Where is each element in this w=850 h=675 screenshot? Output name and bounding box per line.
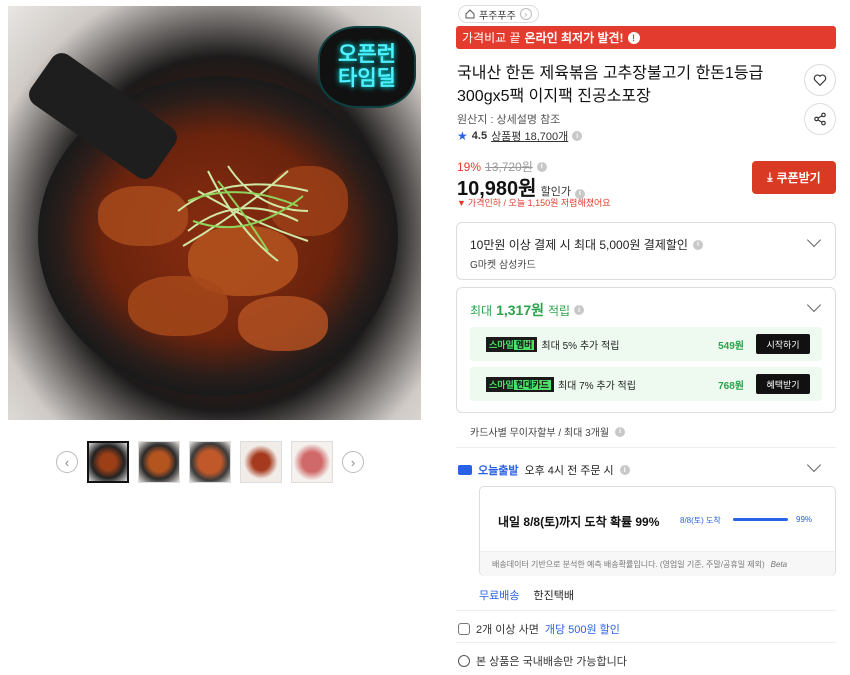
- start-membership-button[interactable]: 시작하기: [756, 334, 810, 354]
- star-icon: ★: [457, 129, 468, 143]
- thumbnail-4[interactable]: [240, 441, 282, 483]
- shipping-row: 무료배송 한진택배: [479, 587, 574, 603]
- truck-icon: [458, 465, 472, 475]
- arrival-probability-box: 내일 8/8(토)까지 도착 확률 99% 8/8(토) 도착 99% 배송데이…: [479, 486, 836, 576]
- courier-name: 한진택배: [533, 590, 574, 602]
- reward-amount: 1,317원: [496, 302, 545, 318]
- heart-icon: [813, 74, 827, 87]
- delivery-brand: 오늘출발: [478, 465, 519, 477]
- thumb-prev-button[interactable]: ‹: [56, 451, 78, 473]
- lowest-price-banner[interactable]: 가격비교 끝 온라인 최저가 발견! !: [456, 26, 836, 49]
- price-drop-note: ▼ 가격인하 / 오늘 1,150원 저렴해졌어요: [457, 197, 611, 209]
- share-icon: [814, 112, 826, 126]
- delivery-header[interactable]: 오늘출발 오후 4시 전 주문 시 i: [458, 462, 630, 478]
- beta-label: Beta: [770, 559, 788, 569]
- rating-score: 4.5: [471, 130, 488, 142]
- thumbnail-5[interactable]: [291, 441, 333, 483]
- arrival-probability-text: 내일 8/8(토)까지 도착 확률 99%: [498, 515, 660, 529]
- arrival-date-label: 8/8(토) 도착: [680, 516, 721, 525]
- domestic-shipping-row: 본 상품은 국내배송만 가능합니다: [458, 653, 627, 669]
- product-page: 오픈런 타임딜 ‹ › 푸주푸주 › 가격비교 끝 온라인 최저가 발견! ! …: [0, 0, 850, 675]
- product-main-image[interactable]: 오픈런 타임딜: [8, 6, 421, 420]
- divider: [456, 447, 836, 448]
- home-icon: [465, 9, 475, 19]
- rating-row: ★ 4.5 상품평 18,700개 i: [457, 128, 583, 144]
- timedeal-badge: 오픈런 타임딜: [318, 26, 416, 108]
- download-icon: ⤓: [767, 170, 773, 184]
- reward-title: 최대 1,317원 적립 i: [470, 300, 585, 320]
- green-onion-garnish: [177, 165, 309, 262]
- reward-row-text: 최대 5% 추가 적립: [541, 340, 620, 352]
- installment-info: 카드사별 무이자할부 / 최대 3개월 i: [470, 424, 626, 439]
- info-icon[interactable]: i: [615, 426, 626, 437]
- product-title: 국내산 한돈 제육볶음 고추장불고기 한돈1등급 300gx5팩 이지팩 진공소…: [457, 65, 764, 105]
- smile-card-tag: 스마일 현대카드: [486, 376, 554, 392]
- bulk-discount-row: 2개 이상 사면 개당 500원 할인: [458, 621, 620, 637]
- reward-row-membership: 스마일 멤버 최대 5% 추가 적립 549원 시작하기: [470, 327, 822, 361]
- wishlist-button[interactable]: [804, 64, 836, 96]
- seller-chip[interactable]: 푸주푸주 ›: [458, 5, 539, 23]
- reward-row-amount: 549원: [718, 340, 744, 352]
- thumbnail-2[interactable]: [138, 441, 180, 483]
- chevron-right-icon: ›: [519, 8, 532, 20]
- thumbnail-strip: ‹ ›: [56, 439, 364, 485]
- arrow-down-icon: ▼: [457, 197, 466, 208]
- card-discount-title: 10만원 이상 결제 시 최대 5,000원 결제할인 i: [470, 236, 703, 253]
- reward-row-card: 스마일 현대카드 최대 7% 추가 적립 768원 혜택받기: [470, 367, 822, 401]
- pan-illustration: [24, 48, 398, 396]
- info-icon: !: [627, 31, 640, 44]
- divider: [456, 642, 836, 643]
- info-icon[interactable]: i: [619, 465, 630, 475]
- globe-icon: [458, 655, 470, 667]
- tag-icon: [458, 623, 470, 635]
- chevron-left-icon: ‹: [64, 454, 70, 470]
- thumbnail-3[interactable]: [189, 441, 231, 483]
- info-icon[interactable]: i: [572, 131, 583, 141]
- thumb-next-button[interactable]: ›: [342, 451, 364, 473]
- probability-footnote: 배송데이터 기반으로 분석한 예측 배송확률입니다. (영업일 기준, 주말/공…: [480, 551, 835, 576]
- promo-prefix: 가격비교 끝: [462, 31, 521, 45]
- origin-text: 원산지 : 상세설명 참조: [457, 114, 561, 126]
- chevron-down-icon[interactable]: [806, 457, 822, 473]
- reward-row-text: 최대 7% 추가 적립: [557, 380, 636, 392]
- shipping-fee: 무료배송: [479, 590, 520, 602]
- share-button[interactable]: [804, 103, 836, 135]
- info-icon[interactable]: i: [536, 161, 547, 172]
- info-icon[interactable]: i: [574, 305, 585, 315]
- promo-highlight: 온라인 최저가 발견!: [524, 31, 624, 45]
- delivery-cutoff: 오후 4시 전 주문 시: [524, 465, 614, 477]
- coupon-button[interactable]: ⤓ 쿠폰받기: [752, 161, 836, 194]
- review-count-link[interactable]: 상품평 18,700개: [491, 128, 568, 144]
- chevron-right-icon: ›: [350, 454, 356, 470]
- arrival-probability-bar: [733, 518, 789, 521]
- divider: [456, 610, 836, 611]
- card-name: G마켓 삼성카드: [470, 260, 536, 271]
- thumbnail-1[interactable]: [87, 441, 129, 483]
- seller-name: 푸주푸주: [479, 10, 516, 22]
- smile-member-tag: 스마일 멤버: [486, 336, 538, 352]
- arrival-probability-percent: 99%: [796, 515, 813, 524]
- reward-row-amount: 768원: [718, 380, 744, 392]
- get-benefit-button[interactable]: 혜택받기: [756, 374, 810, 394]
- info-icon[interactable]: i: [692, 239, 703, 250]
- bulk-discount-amount: 개당 500원 할인: [544, 624, 620, 636]
